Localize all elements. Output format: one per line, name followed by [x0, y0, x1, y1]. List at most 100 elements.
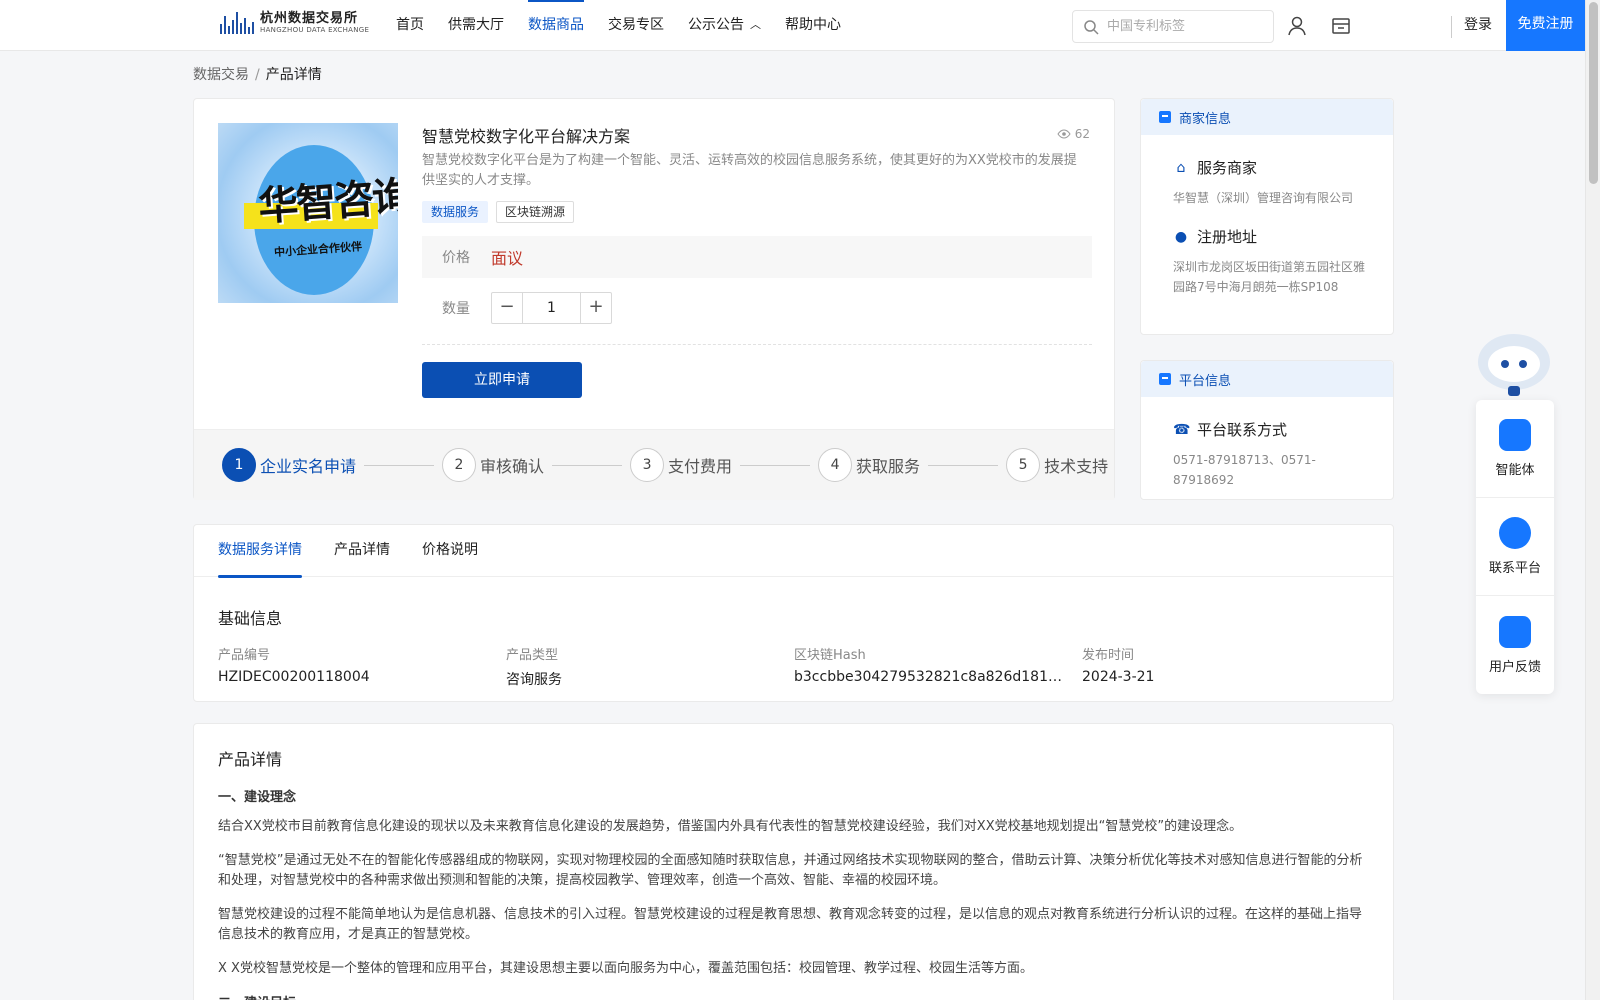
platform-contact-label: 平台联系方式: [1197, 421, 1288, 439]
home-icon: ⌂: [1176, 159, 1186, 176]
nav-supply-demand[interactable]: 供需大厅: [448, 0, 504, 50]
float-feedback-label: 用户反馈: [1488, 659, 1541, 675]
info-value: b3ccbbe304279532821c8a826d181919ab...: [794, 669, 1070, 685]
detail-tabs: 数据服务详情 产品详情 价格说明: [194, 525, 1393, 578]
float-agent[interactable]: 智能体: [1476, 400, 1554, 498]
step-name: 技术支持: [1044, 457, 1109, 476]
headset-icon: [1499, 517, 1531, 549]
service-merchant-value: 华智慧（深圳）管理咨询有限公司: [1173, 191, 1354, 205]
robot-assistant-icon[interactable]: [1474, 324, 1554, 402]
header-divider: [1451, 16, 1452, 38]
tab-data-service-detail[interactable]: 数据服务详情: [218, 525, 302, 578]
nav-help[interactable]: 帮助中心: [785, 0, 841, 50]
service-merchant-label: 服务商家: [1197, 159, 1258, 177]
tab-price-info[interactable]: 价格说明: [422, 525, 478, 577]
logo-mark: [220, 12, 254, 34]
info-product-type: 产品类型 咨询服务: [506, 644, 794, 689]
step-3: 3 支付费用: [630, 448, 818, 482]
nav-home[interactable]: 首页: [396, 0, 424, 50]
step-number: 1: [222, 448, 256, 482]
platform-info-card: 平台信息 ☎ 平台联系方式 0571-87918713、0571-87918692: [1140, 360, 1394, 500]
product-title: 智慧党校数字化平台解决方案: [422, 127, 631, 146]
info-value: HZIDEC00200118004: [218, 669, 370, 685]
concept-heading: 一、建设理念: [218, 790, 297, 805]
step-2: 2 审核确认: [442, 448, 630, 482]
platform-info-title: 平台信息: [1179, 373, 1232, 389]
registered-address-value: 深圳市龙岗区坂田街道第五园社区雅园路7号中海月朗苑一栋SP108: [1173, 260, 1366, 294]
breadcrumb-separator: /: [255, 67, 260, 83]
quantity-stepper: − 1 +: [491, 292, 612, 324]
main-nav: 首页 供需大厅 数据商品 交易专区 公示公告 ︿ 帮助中心: [396, 0, 865, 50]
merchant-info-header: 商家信息: [1141, 99, 1393, 135]
registered-address-label: 注册地址: [1197, 228, 1258, 246]
detail-paragraph-3: 智慧党校建设的过程不能简单地认为是信息机器、信息技术的引入过程。智慧党校建设的过…: [218, 907, 1363, 942]
user-icon[interactable]: [1286, 15, 1308, 37]
scrollbar-thumb[interactable]: [1589, 2, 1598, 184]
price-row: 价格 面议: [422, 236, 1092, 278]
decrement-button[interactable]: −: [492, 293, 522, 323]
info-publish-date: 发布时间 2024-3-21: [1082, 644, 1370, 689]
breadcrumb-parent[interactable]: 数据交易: [193, 67, 249, 83]
float-agent-label: 智能体: [1495, 463, 1535, 478]
step-4: 4 获取服务: [818, 448, 1006, 482]
info-key: 产品类型: [506, 648, 559, 663]
top-header: 杭州数据交易所 HANGZHOU DATA EXCHANGE 首页 供需大厅 数…: [0, 0, 1585, 51]
product-image-title: 华智咨询: [256, 172, 398, 231]
info-key: 发布时间: [1082, 648, 1135, 663]
register-button[interactable]: 免费注册: [1506, 0, 1585, 51]
float-contact[interactable]: 联系平台: [1476, 498, 1554, 596]
float-feedback[interactable]: 用户反馈: [1476, 596, 1554, 694]
nav-trade-zone[interactable]: 交易专区: [608, 0, 664, 50]
product-description: 智慧党校数字化平台是为了构建一个智能、灵活、运转高效的校园信息服务系统，使其更好…: [422, 153, 1077, 188]
quantity-label: 数量: [442, 301, 470, 317]
store-icon: [1159, 111, 1171, 123]
monitor-icon: [1159, 373, 1171, 385]
step-name: 获取服务: [856, 457, 921, 476]
merchant-info-card: 商家信息 ⌂ 服务商家 华智慧（深圳）管理咨询有限公司 ● 注册地址 深圳市龙岗区坂…: [1140, 98, 1394, 335]
step-name: 企业实名申请: [260, 457, 357, 476]
mail-icon: [1499, 615, 1531, 648]
step-number: 4: [818, 448, 853, 482]
registered-address: ● 注册地址 深圳市龙岗区坂田街道第五园社区雅园路7号中海月朗苑一栋SP108: [1141, 226, 1393, 297]
step-number: 5: [1006, 448, 1041, 482]
location-pin-icon: ●: [1174, 228, 1188, 245]
login-link[interactable]: 登录: [1464, 0, 1492, 51]
eye-icon: [1057, 129, 1071, 139]
logo[interactable]: 杭州数据交易所 HANGZHOU DATA EXCHANGE: [220, 11, 369, 35]
tab-product-detail[interactable]: 产品详情: [334, 525, 390, 577]
product-card: 华智咨询 中小企业合作伙伴 智慧党校数字化平台解决方案 62 智慧党校数字化平台…: [193, 98, 1115, 500]
increment-button[interactable]: +: [581, 293, 611, 323]
step-name: 审核确认: [480, 457, 545, 476]
goal-heading: 二、建设目标: [218, 992, 296, 1000]
step-number: 3: [630, 448, 665, 482]
platform-contact-value: 0571-87918713、0571-87918692: [1173, 453, 1316, 487]
product-image: 华智咨询 中小企业合作伙伴: [218, 123, 398, 303]
price-label: 价格: [442, 250, 470, 266]
info-blockchain-hash: 区块链Hash b3ccbbe304279532821c8a826d181919a…: [794, 644, 1082, 689]
platform-contact: ☎ 平台联系方式 0571-87918713、0571-87918692: [1141, 419, 1393, 490]
tag-blockchain: 区块链溯源: [496, 201, 575, 223]
search-box[interactable]: [1072, 10, 1274, 43]
page-scrollbar[interactable]: [1585, 0, 1600, 1000]
apply-now-button[interactable]: 立即申请: [422, 362, 582, 398]
nav-announcements[interactable]: 公示公告 ︿: [688, 0, 761, 50]
robot-icon: [1499, 419, 1531, 451]
detail-paragraph-2: “智慧党校”是通过无处不在的智能化传感器组成的物联网，实现对物理校园的全面感知随…: [218, 853, 1363, 888]
merchant-info-title: 商家信息: [1179, 111, 1232, 127]
search-input[interactable]: [1107, 19, 1257, 34]
basic-info-title: 基础信息: [218, 609, 283, 628]
quantity-input[interactable]: 1: [522, 293, 581, 323]
step-5: 5 技术支持: [1006, 448, 1108, 482]
service-merchant: ⌂ 服务商家 华智慧（深圳）管理咨询有限公司: [1141, 157, 1393, 208]
nav-announcements-label: 公示公告: [688, 17, 744, 33]
nav-data-products[interactable]: 数据商品: [528, 0, 584, 50]
dashed-divider: [422, 344, 1092, 345]
step-name: 支付费用: [668, 457, 733, 476]
shop-icon[interactable]: [1330, 15, 1352, 37]
info-key: 区块链Hash: [794, 648, 866, 663]
search-icon: [1084, 19, 1099, 35]
detail-paragraph-4: X X党校智慧党校是一个整体的管理和应用平台，其建设思想主要以面向服务为中心，覆…: [218, 961, 1033, 976]
platform-info-header: 平台信息: [1141, 361, 1393, 397]
price-value: 面议: [491, 249, 524, 268]
step-number: 2: [442, 448, 477, 482]
